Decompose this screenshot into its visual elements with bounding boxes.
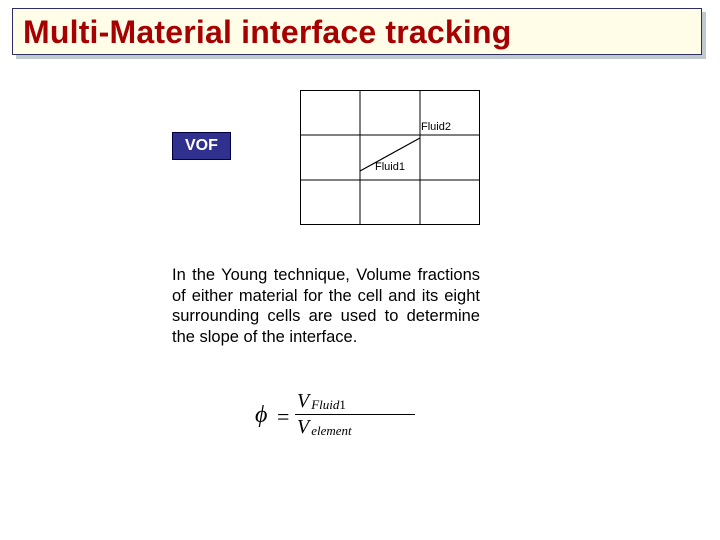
equation-lhs: ϕ xyxy=(255,402,267,429)
grid-lines xyxy=(300,90,480,225)
num-sub-name: Fluid xyxy=(309,397,339,412)
fluid1-label: Fluid1 xyxy=(375,161,405,173)
den-sub: element xyxy=(309,423,351,438)
equation-fraction: VFluid1 Velement xyxy=(295,390,415,439)
title-front: Multi-Material interface tracking xyxy=(12,8,702,55)
equation-equals: = xyxy=(277,404,289,430)
fluid2-label: Fluid2 xyxy=(421,121,451,133)
body-paragraph: In the Young technique, Volume fractions… xyxy=(172,265,480,348)
vof-grid-figure: Fluid2 Fluid1 xyxy=(300,90,480,225)
vof-grid-svg: Fluid2 Fluid1 xyxy=(300,90,480,225)
title-box: Multi-Material interface tracking xyxy=(12,8,702,55)
equation-numerator: VFluid1 xyxy=(295,390,415,413)
vof-badge: VOF xyxy=(172,132,231,160)
num-var: V xyxy=(297,390,309,412)
equation-denominator: Velement xyxy=(295,414,415,439)
equation-volume-fraction: ϕ = VFluid1 Velement xyxy=(255,390,475,450)
num-sub-idx: 1 xyxy=(339,397,346,412)
slide-title: Multi-Material interface tracking xyxy=(23,15,691,50)
slide: Multi-Material interface tracking VOF Fl… xyxy=(0,0,720,540)
den-var: V xyxy=(297,416,309,438)
